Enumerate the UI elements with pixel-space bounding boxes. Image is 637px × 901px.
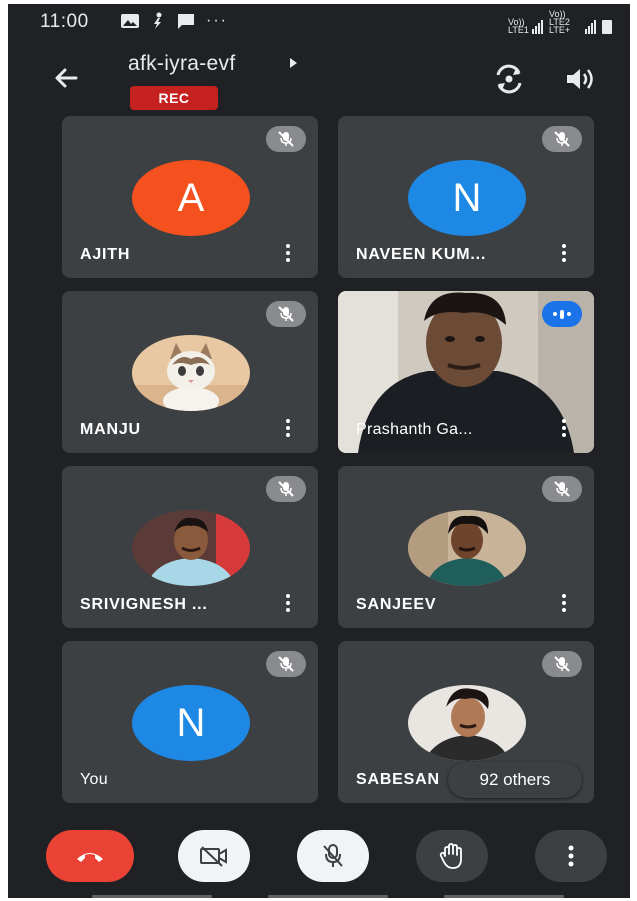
signal-sim2-icon [585,20,596,34]
participant-name: SABESAN [356,771,440,788]
others-count-button[interactable]: 92 others [448,762,582,798]
more-vert-icon[interactable] [560,594,568,614]
mic-off-icon [542,126,582,152]
more-vert-icon[interactable] [284,244,292,264]
person-photo-avatar [132,510,250,586]
raise-hand-button[interactable] [416,830,488,882]
mic-off-icon [542,651,582,677]
signal-icons: Vo)) LTE1 Vo)) LTE2 LTE+ [508,9,612,35]
mic-toggle-button[interactable] [297,830,369,882]
participant-tile-srivignesh[interactable]: SRIVIGNESH ... [62,466,318,628]
mic-off-icon [266,476,306,502]
message-icon [178,14,194,29]
person-walk-icon [154,12,162,29]
status-time: 11:00 [40,11,89,32]
status-bar: 11:00 ··· Vo)) LTE1 Vo)) LTE2 LTE+ [8,4,630,38]
participant-name: SANJEEV [356,596,437,613]
battery-icon [602,20,612,34]
speaker-icon[interactable] [564,64,596,94]
hang-up-icon [77,853,103,862]
more-options-button[interactable] [535,830,607,882]
back-arrow-icon[interactable] [50,62,82,94]
hand-icon [439,843,462,869]
avatar: N [408,160,526,236]
nav-indicator [92,895,212,898]
participant-name: You [80,771,108,788]
cat-photo-avatar [132,335,250,411]
meeting-title[interactable]: afk-iyra-evf [128,52,235,76]
sim2-label: Vo)) LTE2 LTE+ [549,9,571,35]
camera-toggle-button[interactable] [178,830,250,882]
caret-right-icon[interactable] [290,58,297,68]
more-vert-icon[interactable] [560,419,568,439]
recording-badge: REC [130,86,218,110]
more-vert-icon[interactable] [284,594,292,614]
mic-off-icon [266,651,306,677]
participant-name: NAVEEN KUM... [356,246,487,263]
avatar: N [132,685,250,761]
speaking-indicator-icon [542,301,582,327]
participant-tile-sanjeev[interactable]: SANJEEV [338,466,594,628]
mic-off-icon [266,126,306,152]
nav-indicator [268,895,388,898]
participant-name: AJITH [80,246,131,263]
nav-indicator [444,895,564,898]
participant-name: Prashanth Ga... [356,421,473,438]
participant-tile-ajith[interactable]: A AJITH [62,116,318,278]
more-vert-icon [568,845,574,867]
call-controls [8,824,630,890]
person-photo-avatar [408,685,526,761]
mic-off-icon [323,844,343,867]
switch-camera-icon[interactable] [492,62,526,96]
avatar: A [132,160,250,236]
image-icon [121,14,139,28]
mic-off-icon [542,476,582,502]
person-photo-avatar [408,510,526,586]
end-call-button[interactable] [46,830,134,882]
camera-off-icon [200,846,227,867]
meet-app: 11:00 ··· Vo)) LTE1 Vo)) LTE2 LTE+ afk-i… [8,4,630,898]
participant-tile-you[interactable]: N You [62,641,318,803]
participant-tile-naveen[interactable]: N NAVEEN KUM... [338,116,594,278]
notification-icons: ··· [120,12,228,30]
more-vert-icon[interactable] [560,244,568,264]
participant-tile-manju[interactable]: MANJU [62,291,318,453]
more-notifications-icon: ··· [206,12,228,29]
participant-tile-prashanth[interactable]: Prashanth Ga... [338,291,594,453]
participant-name: MANJU [80,421,141,438]
more-vert-icon[interactable] [284,419,292,439]
participant-name: SRIVIGNESH ... [80,596,208,613]
meeting-header: afk-iyra-evf REC [8,44,630,114]
signal-sim1-icon [532,20,543,34]
mic-off-icon [266,301,306,327]
sim1-label: Vo)) LTE1 [508,17,529,35]
